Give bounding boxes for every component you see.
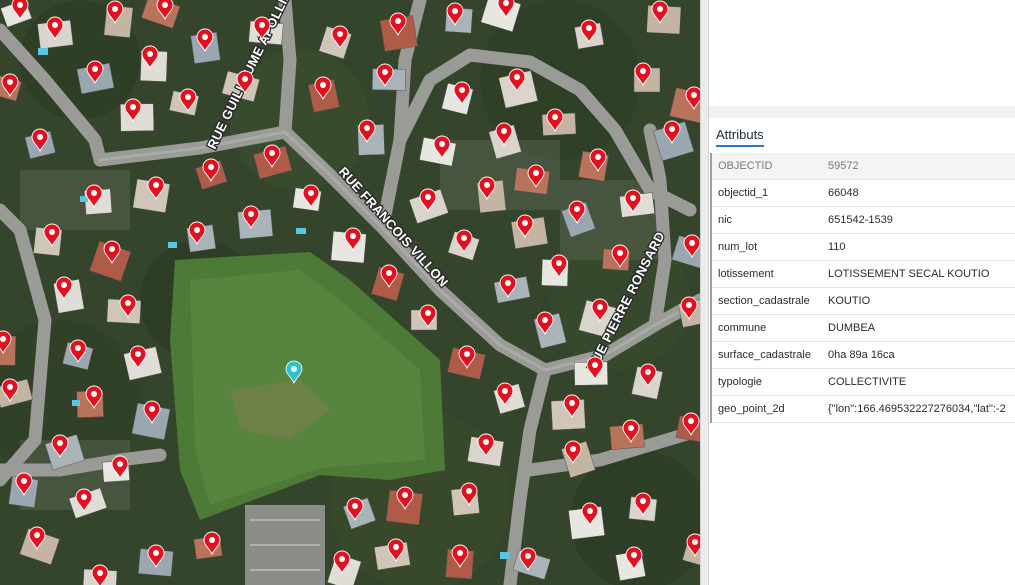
attribute-row: objectid_1 66048 [711,179,1015,207]
attribute-value: 651542-1539 [822,206,1015,234]
attribute-key: geo_point_2d [711,395,822,423]
attribute-key: OBJECTID [711,153,822,180]
panel-splitter[interactable] [700,0,709,585]
attribute-value: 110 [822,233,1015,261]
attribute-row: section_cadastrale KOUTIO [711,287,1015,315]
attribute-value: 66048 [822,179,1015,207]
attribute-key: lotissement [711,260,822,288]
attribute-value: COLLECTIVITE [822,368,1015,396]
attribute-key: section_cadastrale [711,287,822,315]
attribute-value: {"lon":166.469532227276034,"lat":-2 [822,395,1015,423]
satellite-map[interactable]: RUE GUILLAUME APOLLINAIRE RUE FRANCOIS V… [0,0,700,585]
attribute-key: num_lot [711,233,822,261]
attribute-key: commune [711,314,822,342]
map-view[interactable]: RUE GUILLAUME APOLLINAIRE RUE FRANCOIS V… [0,0,700,585]
attribute-value: LOTISSEMENT SECAL KOUTIO [822,260,1015,288]
attribute-row: nic 651542-1539 [711,206,1015,234]
attribute-panel: Attributs OBJECTID 59572 objectid_1 66048 … [709,0,1015,585]
attribute-key: surface_cadastrale [711,341,822,369]
attribute-row: num_lot 110 [711,233,1015,261]
attribute-row: lotissement LOTISSEMENT SECAL KOUTIO [711,260,1015,288]
attribute-table: OBJECTID 59572 objectid_1 66048 nic 651542-… [710,153,1015,423]
attribute-key: objectid_1 [711,179,822,207]
attribute-value: DUMBEA [822,314,1015,342]
attribute-row: surface_cadastrale 0ha 89a 16ca [711,341,1015,369]
attribute-value: KOUTIO [822,287,1015,315]
attribute-value: 59572 [822,153,1015,180]
attribute-key: nic [711,206,822,234]
attributes-tab[interactable]: Attributs [716,127,764,147]
attribute-row: OBJECTID 59572 [711,153,1015,180]
panel-separator [709,106,1015,118]
attribute-value: 0ha 89a 16ca [822,341,1015,369]
attribute-key: typologie [711,368,822,396]
attribute-row: commune DUMBEA [711,314,1015,342]
attribute-row: typologie COLLECTIVITE [711,368,1015,396]
panel-blank-area [709,0,1015,106]
attribute-row: geo_point_2d {"lon":166.469532227276034,"… [711,395,1015,423]
